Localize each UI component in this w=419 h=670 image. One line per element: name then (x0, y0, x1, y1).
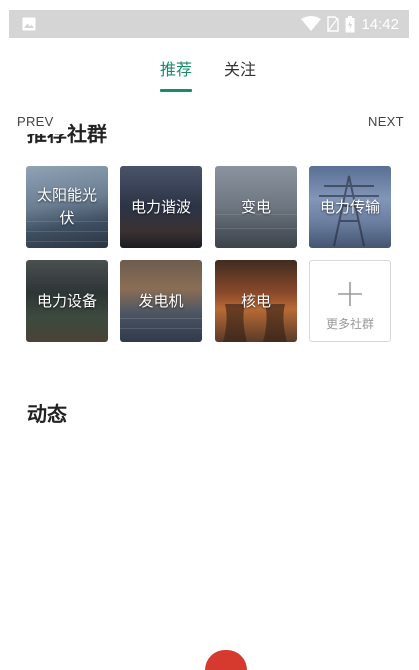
tab-recommended[interactable]: 推荐 (160, 56, 192, 80)
feed-title: 动态 (27, 402, 67, 426)
community-label: 电力设备 (36, 291, 97, 310)
community-tile-power-equipment[interactable]: 电力设备 (26, 260, 108, 342)
battery-icon (345, 15, 355, 32)
wifi-icon (301, 16, 322, 31)
community-tile-power-harmonics[interactable]: 电力谐波 (120, 166, 202, 248)
next-button[interactable]: NEXT (368, 114, 404, 129)
active-tab-indicator (160, 89, 192, 92)
more-communities-label: 更多社群 (325, 317, 374, 331)
prev-button[interactable]: PREV (17, 114, 54, 129)
community-label: 太阳能光伏 (36, 186, 97, 227)
community-tile-substation[interactable]: 变电 (215, 166, 297, 248)
community-tile-generator[interactable]: 发电机 (120, 260, 202, 342)
clock: 14:42 (361, 15, 399, 33)
community-label: 电力传输 (319, 197, 380, 216)
community-tile-nuclear[interactable]: 核电 (215, 260, 297, 342)
community-label: 发电机 (138, 291, 184, 310)
floating-action-button[interactable] (205, 650, 247, 670)
plus-icon (338, 282, 362, 306)
image-notification-icon (22, 17, 36, 31)
status-bar: 14:42 (9, 10, 409, 38)
more-communities-button[interactable]: 更多社群 (309, 260, 391, 342)
community-label: 变电 (240, 197, 271, 216)
community-tile-power-transmission[interactable]: 电力传输 (309, 166, 391, 248)
community-tile-solar-pv[interactable]: 太阳能光伏 (26, 166, 108, 248)
no-sim-icon (327, 16, 340, 32)
community-label: 电力谐波 (130, 197, 191, 216)
community-label: 核电 (240, 291, 271, 310)
tab-following[interactable]: 关注 (224, 56, 256, 80)
